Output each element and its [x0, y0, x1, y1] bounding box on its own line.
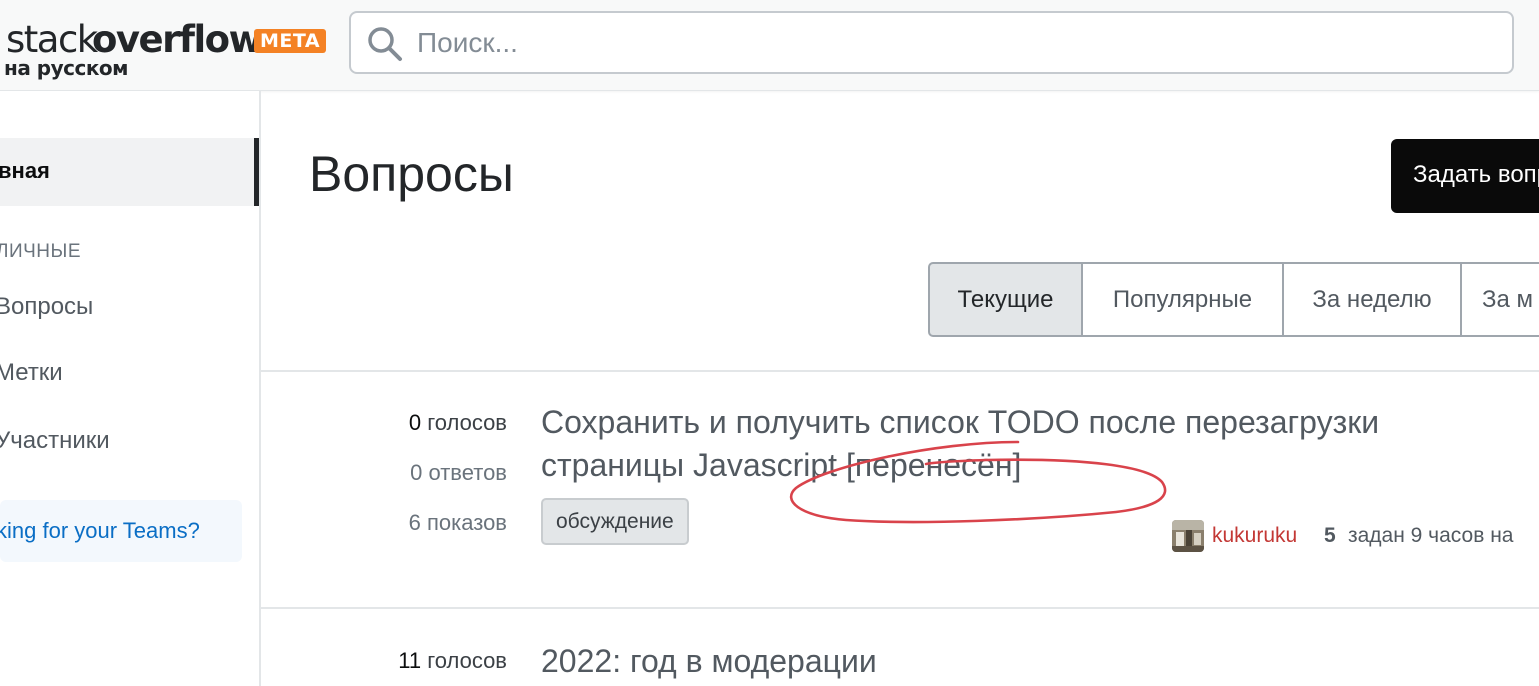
vote-label: голосов [427, 410, 507, 435]
tab-popular[interactable]: Популярные [1083, 262, 1284, 337]
vote-count: 11 голосов [307, 648, 507, 674]
vote-number: 11 [398, 648, 422, 673]
site-logo[interactable]: stack overflow META на русском [0, 18, 330, 82]
left-sidebar: вная ЛИЧНЫЕ Вопросы Метки Участники king… [0, 91, 261, 686]
answer-count: 0 ответов [307, 460, 507, 486]
answer-number: 0 [410, 460, 423, 485]
tab-active[interactable]: Текущие [928, 262, 1083, 337]
meta-badge: META [254, 29, 327, 53]
sidebar-item-tags[interactable]: Метки [0, 359, 63, 387]
question-title-link[interactable]: 2022: год в модерации [541, 640, 1501, 683]
teams-promo-link[interactable]: king for your Teams? [0, 518, 200, 544]
user-reputation: 5 [1324, 524, 1336, 547]
sidebar-item-home-label: вная [0, 158, 50, 183]
search-input[interactable] [415, 19, 1499, 67]
list-divider [261, 607, 1539, 609]
search-icon [367, 26, 403, 62]
asked-time: задан 9 часов на [1348, 524, 1514, 547]
sidebar-item-questions[interactable]: Вопросы [0, 293, 93, 321]
view-count: 6 показов [307, 510, 507, 536]
tab-month[interactable]: За м [1462, 262, 1539, 337]
view-label: показов [426, 510, 507, 535]
ask-question-button[interactable]: Задать вопрос [1391, 139, 1539, 213]
vote-number: 0 [408, 410, 422, 435]
sidebar-item-users[interactable]: Участники [0, 427, 110, 455]
search-box[interactable] [349, 11, 1514, 74]
user-link[interactable]: kukuruku [1212, 524, 1297, 548]
tab-week[interactable]: За неделю [1284, 262, 1462, 337]
page-title: Вопросы [309, 146, 514, 202]
question-filter-tabs: Текущие Популярные За неделю За м [928, 262, 1539, 337]
answer-label: ответов [428, 460, 507, 485]
list-divider [261, 370, 1539, 372]
top-bar: stack overflow META на русском [0, 0, 1539, 91]
vote-label: голосов [427, 648, 507, 673]
view-number: 6 [408, 510, 421, 535]
sidebar-item-home[interactable]: вная [0, 138, 259, 206]
tag-discussion[interactable]: обсуждение [541, 498, 689, 545]
vote-count: 0 голосов [307, 410, 507, 436]
avatar[interactable] [1172, 520, 1204, 552]
sidebar-section-personal: ЛИЧНЫЕ [0, 241, 82, 262]
teams-promo[interactable]: king for your Teams? [0, 500, 242, 562]
question-title-link[interactable]: Сохранить и получить список TODO после п… [541, 401, 1501, 487]
logo-subtitle: на русском [4, 56, 129, 80]
